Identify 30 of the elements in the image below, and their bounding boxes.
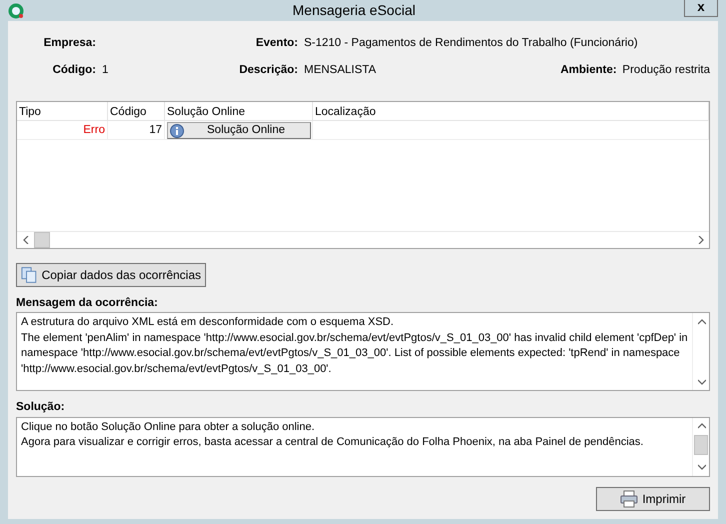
scrollbar-thumb[interactable] [694,434,708,454]
online-solution-button[interactable]: Solução Online [167,122,311,139]
printer-icon [620,490,638,508]
field-label: Evento: [256,37,298,49]
close-button[interactable]: x [684,0,718,17]
column-header: Localização [313,102,709,121]
field-value: MENSALISTA [304,64,376,76]
section-label: Solução: [16,400,66,416]
field-label: Descrição: [239,64,298,76]
column-header: Solução Online [165,102,313,121]
field-label: Código: [52,64,96,76]
column-header: Tipo [17,102,108,121]
copy-button[interactable]: Copiar dados das ocorrências [16,263,206,287]
copy-icon [21,266,38,284]
column-header: Código [108,102,165,121]
message-text: A estrutura do arquivo XML está em desconformidade com o esquema XSD. The element 'penAlim' in namespace 'http://www.esocial.gov.br/schema/evt/evtPgtos/v_S_01_03_00' has invalid child element 'cpfDep' in namespace 'http://www.esocial.gov.br/schema/evt/evtPgtos/v_S_01_03_00'. List of possible elements expected: 'tpRend' in namespace 'http://www.esocial.gov.br/schema/evt/evtPgtos/v_S_01_03_00'. [20,315,689,377]
app-logo-icon [8,2,24,18]
field-value: Produção restrita [622,63,710,78]
field-value: S-1210 - Pagamentos de Rendimentos do Trabalho (Funcionário) [304,37,638,49]
scrollbar-thumb[interactable] [34,232,50,248]
solution-text: Clique no botão Solução Online para obter a solução online. Agora para visualizar e corrigir erros, basta acessar a central de Comunicação do Folha Phoenix, na aba Painel de pendências. [20,420,644,450]
field-value: 1 [102,64,108,76]
table-cell: Erro [17,121,108,140]
window-title: Mensageria eSocial [292,1,416,20]
field-label: Empresa: [44,37,96,49]
section-label: Mensagem da ocorrência: [16,296,159,311]
table-cell: 17 [108,121,165,140]
info-icon [170,124,184,138]
field-label: Ambiente: [560,63,617,78]
print-button[interactable]: Imprimir [596,486,710,510]
